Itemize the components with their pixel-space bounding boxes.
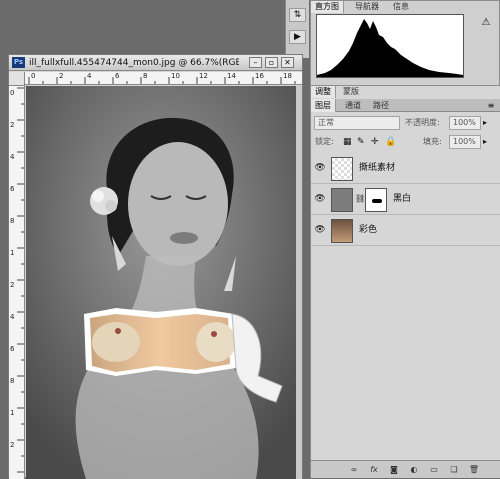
tab-paths[interactable]: 路径 — [369, 99, 393, 112]
layer-row[interactable]: 👁 撕纸素材 — [311, 154, 500, 184]
lock-transparency-icon[interactable]: ▦ — [343, 136, 355, 148]
tool-strip: ⇅ ▶ — [285, 0, 309, 58]
ruler-h-label: 0 — [31, 72, 36, 80]
ruler-h-label: 16 — [255, 72, 264, 80]
fill-label: 填充: — [423, 137, 442, 146]
mask-thumbnail[interactable] — [365, 188, 387, 212]
close-icon[interactable]: ✕ — [281, 57, 294, 68]
warning-icon[interactable]: ⚠ — [479, 17, 493, 29]
ruler-h-label: 2 — [59, 72, 64, 80]
opacity-input[interactable]: 100% — [449, 116, 481, 130]
tab-adjustments[interactable]: 调整 — [311, 86, 336, 98]
layer-name: 黑白 — [393, 194, 412, 204]
new-layer-icon[interactable]: ❏ — [447, 464, 461, 476]
ruler-v-label: 4 — [10, 153, 15, 161]
vertical-ruler[interactable]: 0 2 4 6 8 1 2 4 6 8 1 2 — [9, 86, 25, 479]
histogram-svg — [317, 19, 463, 77]
blend-mode-select[interactable]: 正常 — [314, 116, 400, 130]
layer-thumbnail — [331, 157, 353, 181]
fill-arrow-icon[interactable]: ▸ — [483, 136, 495, 148]
chain-link-icon[interactable]: ⛓ — [355, 193, 365, 205]
lock-position-icon[interactable]: ✛ — [371, 136, 383, 148]
play-icon[interactable]: ▶ — [289, 30, 306, 44]
lock-pixels-icon[interactable]: ✎ — [357, 136, 369, 148]
tab-navigator[interactable]: 导航器 — [351, 1, 383, 13]
layer-row[interactable]: 👁 彩色 — [311, 216, 500, 246]
ruler-v-label: 8 — [10, 377, 15, 385]
tab-masks[interactable]: 蒙版 — [339, 86, 363, 98]
layers-footer: ∞ fx ◙ ◐ ▭ ❏ 🗑 — [311, 460, 500, 478]
panel-menu-icon[interactable]: ≡ — [485, 100, 497, 111]
ruler-h-label: 12 — [199, 72, 208, 80]
folder-icon[interactable]: ▭ — [427, 464, 441, 476]
document-titlebar[interactable]: Ps ill_fullxfull.455474744_mon0.jpg @ 66… — [9, 55, 302, 71]
adjustment-icon[interactable]: ◐ — [407, 464, 421, 476]
ruler-v-label: 6 — [10, 345, 15, 353]
ruler-h-label: 4 — [87, 72, 92, 80]
layer-thumbnail — [331, 219, 353, 243]
layers-panel: 调整 蒙版 图层 通道 路径 ≡ 正常 不透明度: 100% ▸ 锁定: ▦ ✎… — [310, 86, 500, 478]
histogram-panel: 直方图 导航器 信息 ⚠ — [310, 0, 500, 86]
eye-icon[interactable]: 👁 — [314, 224, 326, 236]
link-icon[interactable]: ∞ — [347, 464, 361, 476]
layer-name: 撕纸素材 — [359, 163, 396, 173]
document-canvas[interactable] — [26, 86, 296, 479]
ruler-v-label: 8 — [10, 217, 15, 225]
fx-icon[interactable]: fx — [367, 464, 381, 476]
tab-channels[interactable]: 通道 — [341, 99, 365, 112]
opacity-label: 不透明度: — [405, 118, 440, 127]
ruler-v-label: 1 — [10, 249, 15, 257]
document-title: ill_fullxfull.455474744_mon0.jpg @ 66.7%… — [29, 58, 239, 68]
ruler-origin[interactable] — [9, 72, 25, 86]
eye-icon[interactable]: 👁 — [314, 193, 326, 205]
maximize-icon[interactable]: ▫ — [265, 57, 278, 68]
opacity-arrow-icon[interactable]: ▸ — [483, 117, 495, 129]
adjustment-thumbnail — [331, 188, 353, 212]
vertical-scrollbar[interactable] — [296, 86, 302, 479]
eye-icon[interactable]: 👁 — [314, 162, 326, 174]
panel-toggle-icon[interactable]: ⇅ — [289, 8, 306, 22]
horizontal-ruler[interactable]: 0 2 4 6 8 10 12 14 16 18 — [25, 72, 302, 85]
ruler-v-label: 6 — [10, 185, 15, 193]
document-window: Ps ill_fullxfull.455474744_mon0.jpg @ 66… — [8, 54, 303, 479]
ruler-v-label: 0 — [10, 89, 15, 97]
layer-row[interactable]: 👁 ⛓ 黑白 — [311, 185, 500, 215]
histogram-graph — [316, 14, 464, 78]
ruler-h-label: 6 — [115, 72, 120, 80]
ruler-v-label: 1 — [10, 409, 15, 417]
ruler-h-label: 8 — [143, 72, 148, 80]
ruler-h-label: 18 — [283, 72, 292, 80]
minimize-icon[interactable]: – — [249, 57, 262, 68]
layer-name: 彩色 — [359, 225, 378, 235]
trash-icon[interactable]: 🗑 — [467, 464, 481, 476]
ruler-h-label: 10 — [171, 72, 180, 80]
photoshop-icon: Ps — [12, 57, 25, 68]
ruler-v-label: 2 — [10, 121, 15, 129]
ruler-v-label: 4 — [10, 313, 15, 321]
lock-label: 锁定: — [315, 137, 334, 146]
tab-histogram[interactable]: 直方图 — [311, 1, 344, 13]
lock-all-icon[interactable]: 🔒 — [385, 136, 397, 148]
canvas-artwork — [26, 86, 296, 479]
ruler-h-label: 14 — [227, 72, 236, 80]
tab-layers[interactable]: 图层 — [311, 99, 336, 112]
fill-input[interactable]: 100% — [449, 135, 481, 149]
mask-icon[interactable]: ◙ — [387, 464, 401, 476]
ruler-v-label: 2 — [10, 281, 15, 289]
tab-info[interactable]: 信息 — [389, 1, 413, 13]
layers-tabs: 图层 通道 路径 ≡ — [311, 99, 500, 112]
ruler-v-label: 2 — [10, 441, 15, 449]
